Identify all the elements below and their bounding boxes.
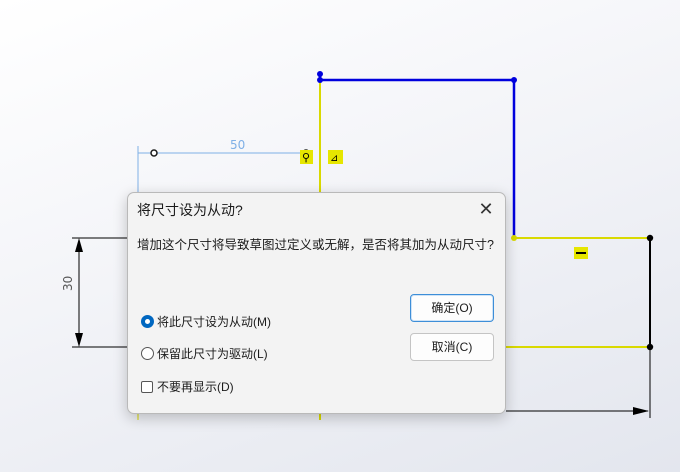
dialog-title: 将尺寸设为从动? — [137, 202, 243, 218]
checkbox-icon[interactable] — [141, 380, 153, 393]
radio-label: 将此尺寸设为从动(M) — [157, 315, 271, 329]
radio-unchecked-icon[interactable] — [141, 347, 154, 360]
svg-text:⊿: ⊿ — [330, 153, 338, 164]
radio-make-driven[interactable]: 将此尺寸设为从动(M) — [141, 313, 271, 330]
sketch-point[interactable] — [317, 71, 323, 77]
make-driven-dialog: 将尺寸设为从动? ✕ 增加这个尺寸将导致草图过定义或无解，是否将其加为从动尺寸?… — [127, 192, 506, 414]
dimension-value-30[interactable]: 30 — [61, 276, 75, 291]
dialog-message: 增加这个尺寸将导致草图过定义或无解，是否将其加为从动尺寸? — [137, 238, 494, 252]
cancel-button[interactable]: 取消(C) — [410, 333, 494, 361]
radio-keep-driving[interactable]: 保留此尺寸为驱动(L) — [141, 345, 268, 362]
dimension-endpoint — [150, 149, 158, 157]
svg-text:⚲: ⚲ — [302, 151, 310, 164]
sketch-point[interactable] — [317, 77, 323, 83]
close-icon[interactable]: ✕ — [475, 198, 497, 220]
dont-show-again-checkbox[interactable]: 不要再显示(D) — [141, 378, 234, 395]
dimension-arrow — [75, 238, 83, 252]
dimension-arrow — [75, 333, 83, 347]
radio-label: 保留此尺寸为驱动(L) — [157, 347, 268, 361]
dimension-value-50[interactable]: 50 — [230, 138, 245, 152]
ok-button[interactable]: 确定(O) — [410, 294, 494, 322]
dimension-arrow — [633, 407, 649, 415]
sketch-point[interactable] — [646, 234, 654, 242]
radio-checked-icon[interactable] — [141, 315, 154, 328]
sketch-point[interactable] — [511, 77, 517, 83]
checkbox-label: 不要再显示(D) — [157, 380, 234, 394]
